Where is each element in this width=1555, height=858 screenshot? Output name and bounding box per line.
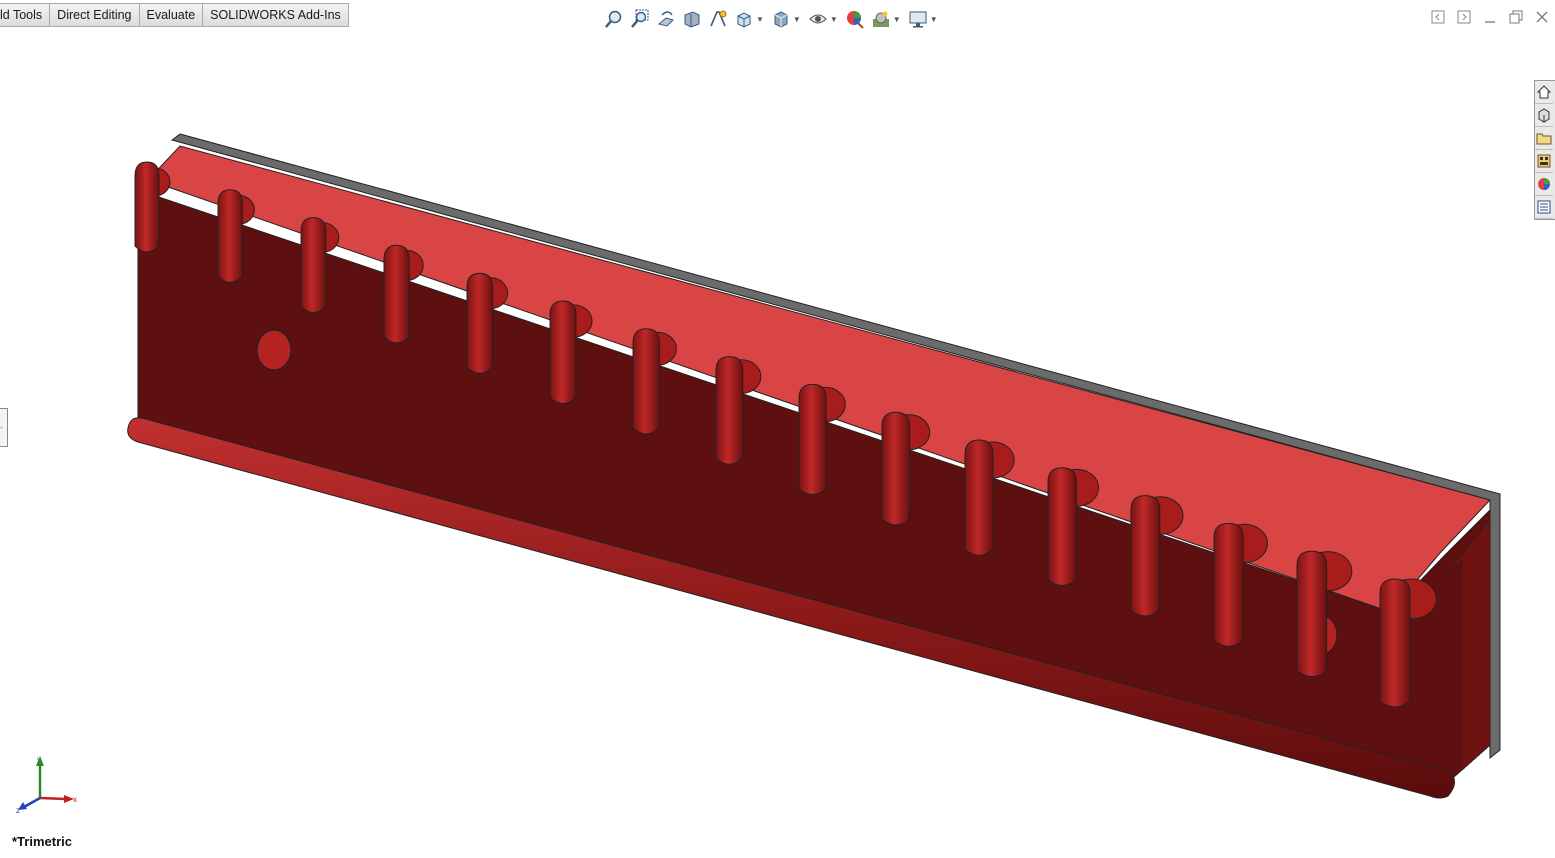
hide-show-dropdown-icon[interactable]: ▼	[830, 15, 838, 24]
display-style-icon[interactable]	[770, 9, 792, 29]
reference-triad: y x z	[16, 755, 77, 814]
display-style-dropdown-icon[interactable]: ▼	[793, 15, 801, 24]
minimize-icon[interactable]	[1483, 10, 1497, 24]
zoom-to-area-icon[interactable]	[629, 9, 651, 29]
model-wrench-rack	[127, 133, 1501, 799]
heads-up-view-toolbar: ▼ ▼ ▼ ▼ ▼	[603, 8, 944, 30]
triad-z-label: z	[16, 806, 20, 814]
tab-mold-tools[interactable]: ld Tools	[0, 3, 51, 27]
rack-finger	[881, 411, 911, 526]
view-orientation-label: *Trimetric	[12, 834, 72, 849]
graphics-window-controls	[1431, 10, 1549, 24]
view-orientation-dropdown-icon[interactable]: ▼	[756, 15, 764, 24]
previous-view-icon[interactable]	[655, 9, 677, 29]
apply-scene-icon[interactable]	[870, 9, 892, 29]
edit-appearance-icon[interactable]	[844, 9, 866, 29]
zoom-to-fit-icon[interactable]	[603, 9, 625, 29]
view-orientation-icon[interactable]	[733, 9, 755, 29]
rack-finger	[300, 217, 327, 314]
rack-finger	[383, 244, 410, 344]
rack-finger	[715, 356, 744, 465]
tile-right-icon[interactable]	[1457, 10, 1471, 24]
tab-evaluate[interactable]: Evaluate	[139, 3, 204, 27]
rack-finger	[1213, 522, 1244, 647]
tab-solidworks-add-ins[interactable]: SOLIDWORKS Add-Ins	[203, 3, 349, 27]
rack-finger	[466, 272, 494, 374]
rack-finger	[1130, 495, 1161, 617]
command-manager-tabs: ld Tools Direct Editing Evaluate SOLIDWO…	[0, 3, 349, 27]
dynamic-annotation-icon[interactable]	[707, 9, 729, 29]
tab-direct-editing[interactable]: Direct Editing	[50, 3, 140, 27]
hide-show-items-icon[interactable]	[807, 9, 829, 29]
rack-finger	[134, 161, 160, 253]
rack-finger	[798, 383, 827, 496]
triad-x-label: x	[73, 795, 77, 804]
rack-finger	[217, 189, 243, 283]
rack-finger	[632, 328, 660, 435]
apply-scene-dropdown-icon[interactable]: ▼	[893, 15, 901, 24]
view-settings-dropdown-icon[interactable]: ▼	[930, 15, 938, 24]
mounting-hole-left	[256, 329, 292, 371]
rack-finger	[964, 439, 994, 556]
graphics-area[interactable]	[0, 30, 1555, 853]
rack-finger	[1047, 467, 1077, 587]
close-icon[interactable]	[1535, 10, 1549, 24]
triad-y-label: y	[37, 755, 41, 764]
view-settings-icon[interactable]	[907, 9, 929, 29]
rack-finger	[1379, 578, 1411, 708]
section-view-icon[interactable]	[681, 9, 703, 29]
rack-finger	[1296, 550, 1328, 678]
rack-finger	[549, 300, 577, 405]
tile-left-icon[interactable]	[1431, 10, 1445, 24]
restore-icon[interactable]	[1509, 10, 1523, 24]
